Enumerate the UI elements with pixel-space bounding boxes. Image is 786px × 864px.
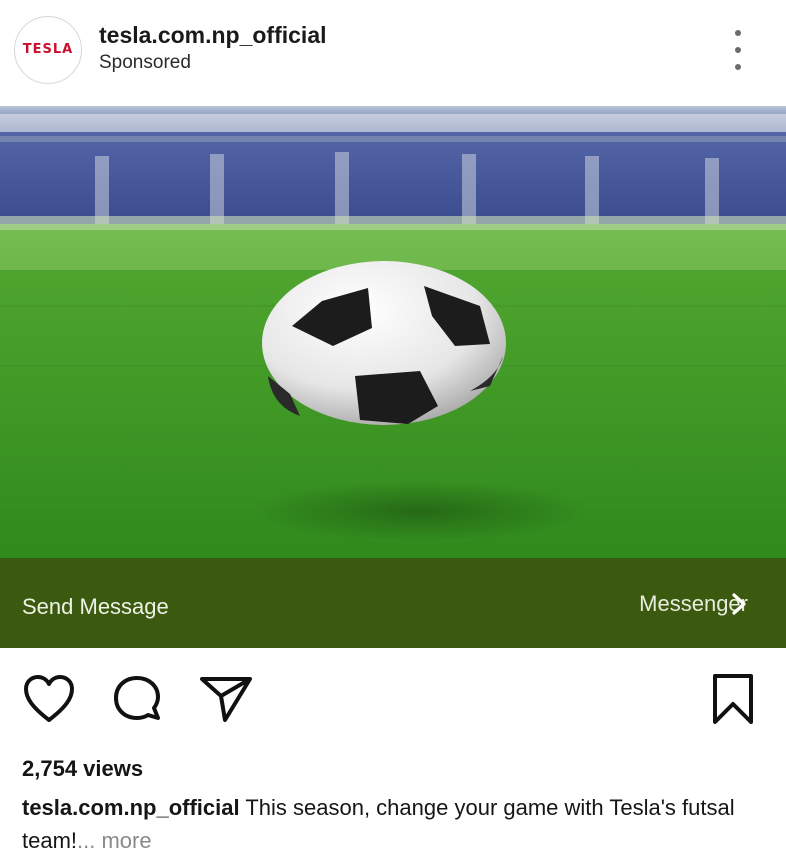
sponsored-label: Sponsored: [99, 52, 191, 73]
action-bar: [0, 648, 786, 748]
post-header: TESLA tesla.com.np_official Sponsored: [0, 0, 786, 106]
tesla-logo: TESLA: [22, 42, 74, 57]
bookmark-icon[interactable]: [710, 672, 756, 726]
more-vertical-icon[interactable]: [726, 30, 750, 70]
post-media[interactable]: [0, 106, 786, 558]
chevron-right-icon: [732, 593, 746, 615]
more-link[interactable]: ... more: [77, 828, 152, 853]
send-icon[interactable]: [198, 674, 254, 724]
comment-icon[interactable]: [110, 674, 164, 726]
soccer-ball: [262, 261, 506, 425]
post-username[interactable]: tesla.com.np_official: [99, 22, 327, 49]
send-message-cta[interactable]: Send Message Messenger: [0, 558, 786, 648]
avatar[interactable]: TESLA: [14, 16, 82, 84]
view-count[interactable]: 2,754 views: [22, 756, 143, 782]
post-caption: tesla.com.np_official This season, chang…: [22, 791, 762, 857]
heart-icon[interactable]: [22, 674, 76, 724]
caption-username[interactable]: tesla.com.np_official: [22, 795, 240, 820]
send-message-label: Send Message: [22, 594, 169, 619]
